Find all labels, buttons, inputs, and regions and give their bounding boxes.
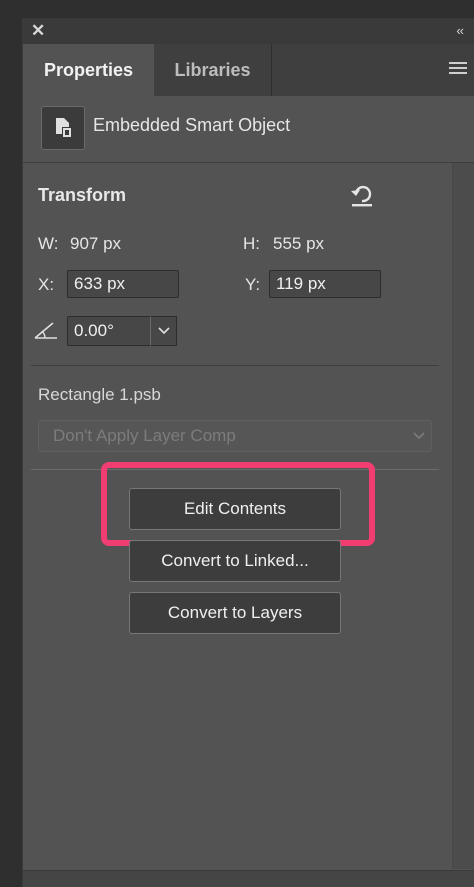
height-label: H:: [243, 234, 260, 253]
angle-field[interactable]: 0.00°: [67, 316, 151, 346]
properties-panel: ✕ ‹‹ Properties Libraries Embedded Smart…: [22, 18, 474, 887]
height-value: 555 px: [273, 234, 325, 253]
panel-bottom-edge: [23, 870, 474, 887]
convert-to-linked-button[interactable]: Convert to Linked...: [129, 540, 341, 582]
smart-object-icon: [41, 106, 85, 150]
close-icon[interactable]: ✕: [31, 21, 45, 41]
layer-comp-value: Don't Apply Layer Comp: [53, 426, 236, 445]
chevron-down-icon: [157, 327, 170, 335]
tab-properties[interactable]: Properties: [23, 44, 154, 96]
panel-title-bar: ✕ ‹‹: [23, 18, 474, 44]
section-divider: [31, 365, 439, 366]
x-label: X:: [38, 275, 55, 294]
angle-icon: [33, 320, 59, 340]
angle-dropdown-button[interactable]: [150, 316, 177, 346]
panel-menu-icon[interactable]: [449, 62, 467, 76]
layer-comp-select[interactable]: Don't Apply Layer Comp: [38, 420, 432, 452]
chevron-down-icon: [413, 432, 425, 440]
x-position-field[interactable]: 633 px: [67, 270, 179, 298]
y-label: Y:: [245, 275, 261, 294]
tab-libraries[interactable]: Libraries: [154, 44, 272, 96]
object-type-label: Embedded Smart Object: [93, 115, 291, 135]
width-value: 907 px: [70, 234, 122, 253]
width-label: W:: [38, 234, 59, 253]
y-position-field[interactable]: 119 px: [269, 270, 381, 298]
reset-transform-icon[interactable]: [348, 181, 376, 209]
collapse-panel-icon[interactable]: ‹‹: [456, 21, 464, 41]
transform-header: Transform: [38, 185, 127, 205]
convert-to-layers-button[interactable]: Convert to Layers: [129, 592, 341, 634]
annotation-highlight: [101, 462, 375, 546]
panel-tabs: Properties Libraries: [23, 44, 474, 96]
object-type-header: Embedded Smart Object: [23, 96, 474, 163]
source-filename: Rectangle 1.psb: [38, 385, 161, 404]
scrollbar[interactable]: [452, 163, 474, 869]
